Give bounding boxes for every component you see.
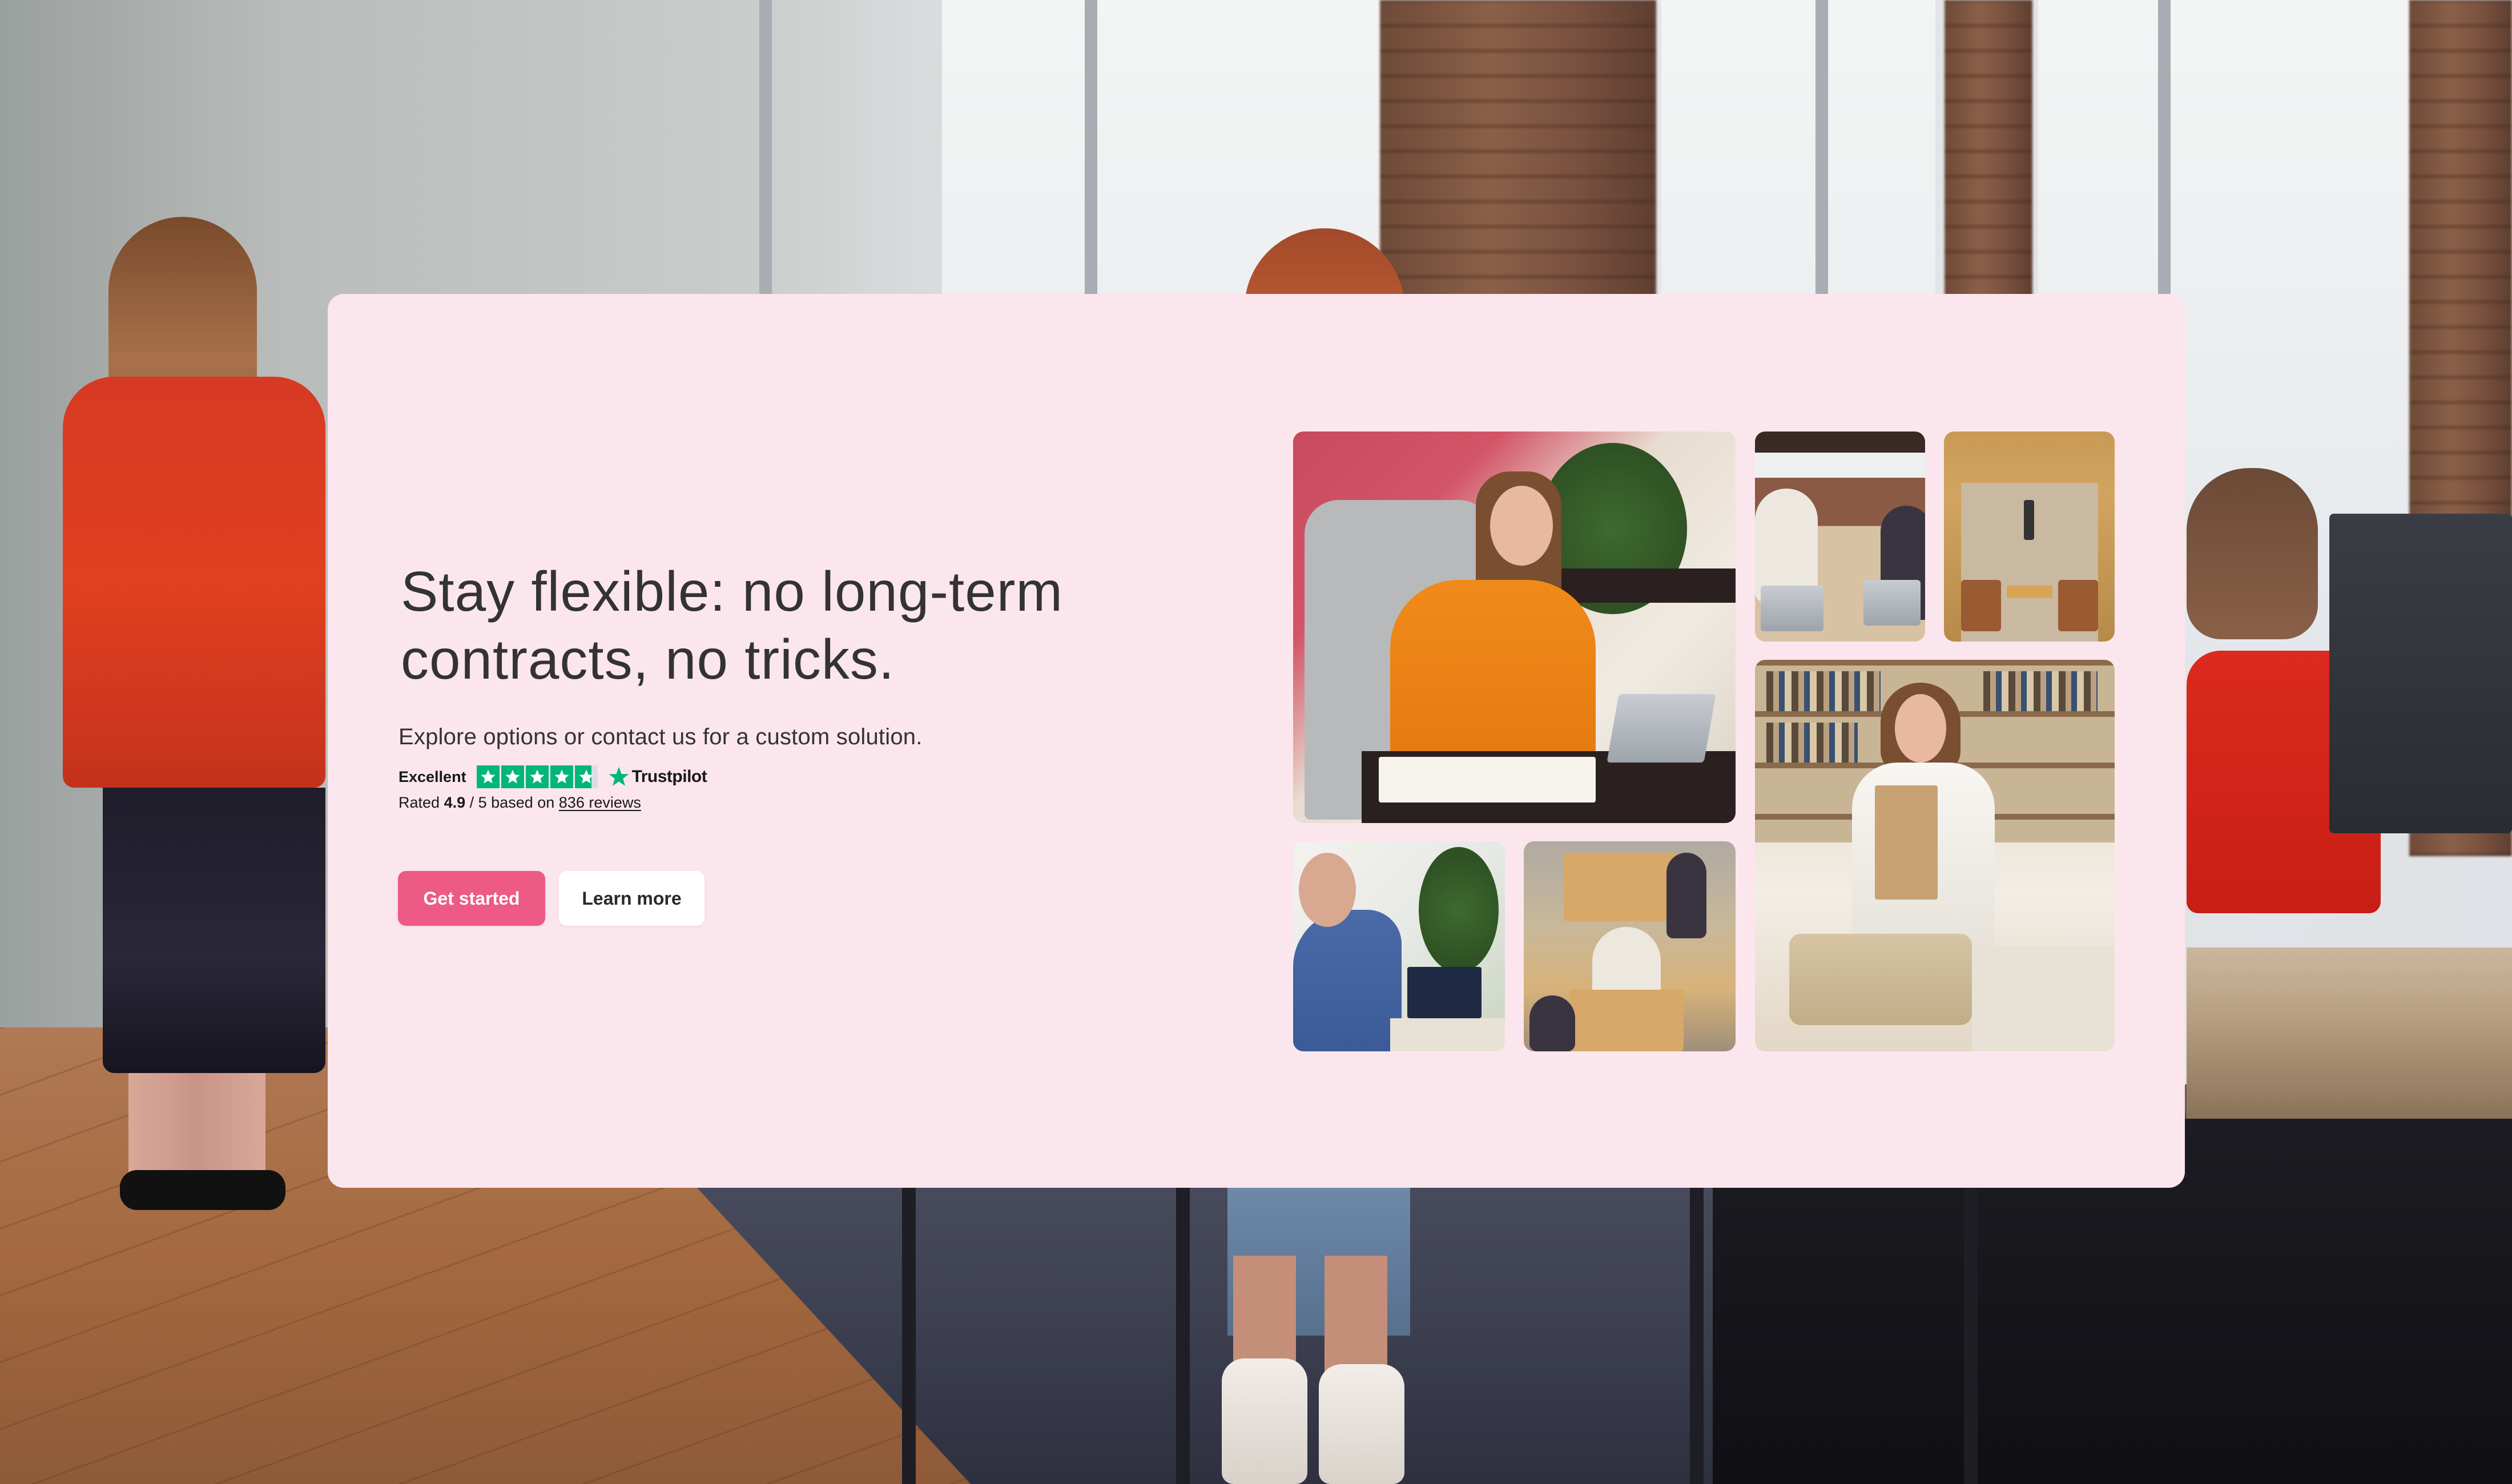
bg-sneaker [1222,1358,1307,1484]
photo-overhead-meeting [1524,841,1736,1051]
books-shape [1983,671,2098,711]
man-shape [1293,910,1402,1051]
laptop-screen-shape [1407,967,1482,1018]
learn-more-button[interactable]: Learn more [559,871,705,926]
table-shape [1564,853,1678,921]
photo-video-call [1293,841,1505,1051]
laptop-shape [1607,694,1716,763]
trustpilot-rating-line: Rated 4.9 / 5 based on 836 reviews [398,794,641,812]
trustpilot-logo: Trustpilot [608,766,707,788]
star-icon [550,765,573,788]
get-started-button[interactable]: Get started [398,871,545,926]
trustpilot-widget[interactable]: Excellent Trustpilot [398,765,707,788]
hero-headline: Stay flexible: no long-term contracts, n… [401,560,1063,691]
photo-meeting-booth [1944,432,2115,642]
person-shape [1529,995,1575,1051]
books-shape [1766,723,1858,763]
folder-shape [1875,785,1938,900]
booth-table-shape [2007,586,2052,598]
bg-glass-frame [902,1181,916,1484]
trustpilot-stars [476,765,598,788]
laptop-shape [1761,586,1823,631]
bg-glass-frame [1176,1181,1190,1484]
reviews-link[interactable]: 836 reviews [559,794,641,811]
desk-shape [1390,1018,1505,1051]
rating-value: 4.9 [444,794,466,811]
bg-desk [2187,947,2512,1119]
lamp-shape [2024,500,2034,540]
books-shape [1766,671,1881,711]
table-shape [1569,990,1684,1051]
plant-shape [1419,847,1499,973]
notebook-shape [1379,757,1596,803]
bg-glass-frame [1964,1181,1978,1484]
trustpilot-star-icon [609,767,629,786]
photo-woman-orange-sweater [1293,432,1736,823]
seat-shape [1961,580,2001,631]
counter-shape [1556,568,1736,603]
rating-middle: / 5 based on [469,794,555,811]
face-shape [1895,694,1946,763]
desk-shape [1972,945,2115,1051]
bg-glass-frame [1690,1181,1704,1484]
star-icon [501,765,524,788]
person-shape [1666,853,1706,938]
star-icon [525,765,549,788]
hero-card: Stay flexible: no long-term contracts, n… [328,294,2185,1188]
star-icon [476,765,500,788]
head-shape [1299,853,1356,927]
seat-shape [2058,580,2098,631]
star-icon-partial [574,765,598,788]
bg-sneaker [1319,1364,1404,1484]
laptop-shape [1863,580,1921,626]
hero-subtitle: Explore options or contact us for a cust… [398,724,923,749]
rating-prefix: Rated [398,794,440,811]
trustpilot-brand: Trustpilot [631,767,707,786]
bg-monitor [2329,514,2512,833]
face-shape [1490,486,1553,566]
photo-team-meeting [1755,432,1925,642]
bg-right-woman-hair [2187,468,2318,639]
pants-shape [1789,934,1972,1025]
photo-woman-with-folders [1755,660,2115,1051]
bg-woman-red-jacket [63,377,325,788]
bg-woman-shoes [120,1170,285,1210]
sweater-shape [1390,580,1596,768]
trustpilot-label: Excellent [398,768,466,785]
bg-woman-skirt [103,788,325,1073]
